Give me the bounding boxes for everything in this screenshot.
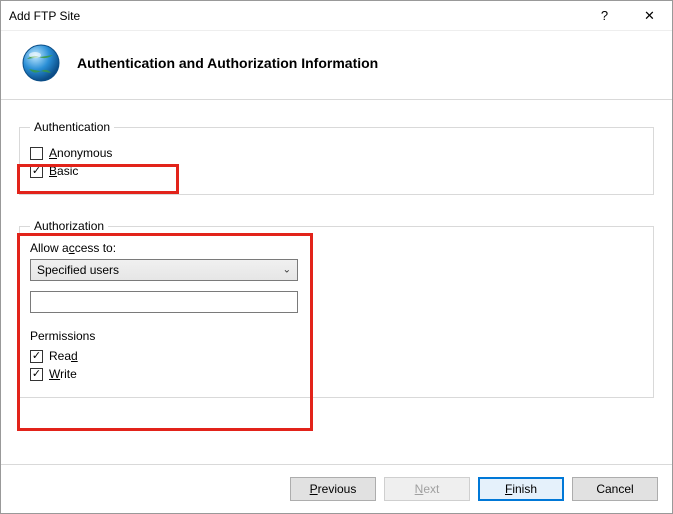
close-button[interactable]: ✕ (627, 1, 672, 31)
authentication-legend: Authentication (30, 120, 114, 134)
header: Authentication and Authorization Informa… (1, 31, 672, 99)
anonymous-label[interactable]: Anonymous (49, 146, 112, 160)
authentication-group: Authentication Anonymous Basic (19, 120, 654, 195)
dialog-body: Authentication Anonymous Basic Authoriza… (1, 99, 672, 465)
basic-checkbox[interactable] (30, 165, 43, 178)
read-checkbox[interactable] (30, 350, 43, 363)
globe-icon (19, 41, 63, 85)
basic-row: Basic (30, 164, 643, 178)
read-row: Read (30, 349, 643, 363)
finish-button[interactable]: Finish (478, 477, 564, 501)
anonymous-row: Anonymous (30, 146, 643, 160)
help-button[interactable]: ? (582, 1, 627, 31)
allow-access-label: Allow access to: (30, 241, 643, 255)
page-title: Authentication and Authorization Informa… (77, 55, 378, 71)
authorization-legend: Authorization (30, 219, 108, 233)
footer: Previous Next Finish Cancel (1, 465, 672, 513)
users-textbox[interactable] (30, 291, 298, 313)
write-label[interactable]: Write (49, 367, 77, 381)
allow-access-dropdown[interactable]: Specified users ⌄ (30, 259, 298, 281)
titlebar: Add FTP Site ? ✕ (1, 1, 672, 31)
window-title: Add FTP Site (9, 9, 582, 23)
permissions-label: Permissions (30, 329, 643, 343)
write-checkbox[interactable] (30, 368, 43, 381)
read-label[interactable]: Read (49, 349, 78, 363)
chevron-down-icon: ⌄ (283, 265, 291, 276)
anonymous-checkbox[interactable] (30, 147, 43, 160)
allow-access-value: Specified users (37, 263, 119, 277)
dialog-window: Add FTP Site ? ✕ Authentication and Auth… (0, 0, 673, 514)
next-button: Next (384, 477, 470, 501)
write-row: Write (30, 367, 643, 381)
basic-label[interactable]: Basic (49, 164, 78, 178)
authorization-group: Authorization Allow access to: Specified… (19, 219, 654, 398)
cancel-button[interactable]: Cancel (572, 477, 658, 501)
previous-button[interactable]: Previous (290, 477, 376, 501)
